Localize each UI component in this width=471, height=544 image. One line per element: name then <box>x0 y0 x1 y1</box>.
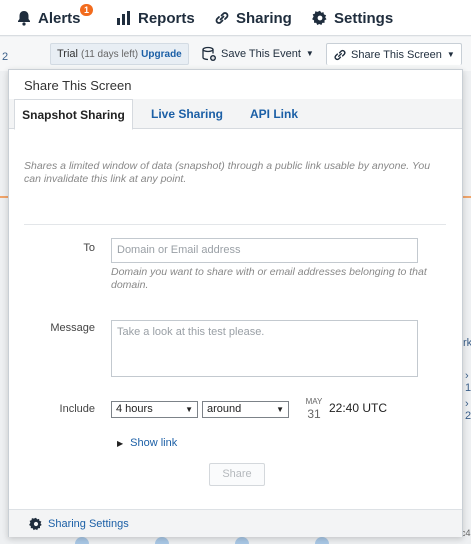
date-picker[interactable]: MAY 31 <box>303 397 325 421</box>
chevron-down-icon: ▼ <box>276 405 284 414</box>
gear-icon <box>312 10 328 26</box>
share-tabs: Snapshot Sharing Live Sharing API Link <box>9 99 462 130</box>
link-icon <box>334 49 346 60</box>
position-value: around <box>207 403 242 415</box>
trial-badge: Trial (11 days left) Upgrade <box>50 43 189 65</box>
upgrade-link[interactable]: Upgrade <box>141 49 182 60</box>
nav-sharing[interactable]: Sharing <box>214 8 292 28</box>
chevron-down-icon: ▼ <box>446 49 455 59</box>
background-fragment: › 1 <box>465 370 471 394</box>
tab-api-link[interactable]: API Link <box>241 99 307 130</box>
nav-sharing-label: Sharing <box>236 9 292 27</box>
sharing-settings-link[interactable]: Sharing Settings <box>29 517 129 531</box>
divider <box>24 224 446 225</box>
bar-chart-icon <box>116 10 132 26</box>
sharing-settings-label: Sharing Settings <box>48 518 129 530</box>
duration-value: 4 hours <box>116 403 153 415</box>
date-month: MAY <box>305 397 323 406</box>
nav-settings-label: Settings <box>334 9 394 27</box>
background-fragment: › 2 <box>465 398 471 422</box>
nav-reports[interactable]: Reports <box>116 8 195 28</box>
background-timeline-dot <box>315 537 329 544</box>
background-chart-line <box>0 196 8 198</box>
alerts-count-badge: 1 <box>80 4 94 16</box>
trial-days-left: (11 days left) <box>81 49 139 60</box>
snapshot-description: Shares a limited window of data (snapsho… <box>24 160 431 185</box>
include-label: Include <box>59 403 95 415</box>
share-dialog: Share This Screen Snapshot Sharing Live … <box>8 69 463 537</box>
date-day: 31 <box>307 407 321 421</box>
chevron-down-icon: ▼ <box>305 49 314 58</box>
background-fragment: rk <box>463 337 471 349</box>
share-screen-label: Share This Screen <box>351 48 442 61</box>
trial-label: Trial <box>57 48 78 60</box>
time-value[interactable]: 22:40 UTC <box>329 401 387 415</box>
share-screen-button[interactable]: Share This Screen ▼ <box>326 43 462 65</box>
background-timeline-dot <box>75 537 89 544</box>
background-chart-line <box>463 196 471 198</box>
tab-snapshot-sharing[interactable]: Snapshot Sharing <box>14 99 133 130</box>
caret-right-icon: ▶ <box>117 438 124 448</box>
background-timeline-dot <box>235 537 249 544</box>
dialog-footer: Sharing Settings <box>9 509 462 537</box>
show-link-label: Show link <box>130 437 178 449</box>
share-button[interactable]: Share <box>209 463 265 486</box>
nav-reports-label: Reports <box>138 9 195 27</box>
to-field[interactable]: Domain or Email address <box>111 238 418 263</box>
to-hint: Domain you want to share with or email a… <box>111 266 427 291</box>
toolbar: 2 Trial (11 days left) Upgrade Save This… <box>0 37 471 71</box>
message-field[interactable]: Take a look at this test please. <box>111 320 418 377</box>
message-label: Message <box>50 322 95 334</box>
link-icon <box>214 10 230 26</box>
top-navigation: Alerts 1 Reports Sharing Settings <box>0 0 471 36</box>
to-label: To <box>83 242 95 254</box>
dialog-title: Share This Screen <box>24 78 132 93</box>
save-event-button[interactable]: Save This Event ▼ <box>201 43 314 65</box>
database-add-icon <box>202 46 216 61</box>
nav-alerts-label: Alerts <box>38 9 81 27</box>
nav-alerts[interactable]: Alerts 1 <box>16 4 94 28</box>
chevron-down-icon: ▼ <box>185 405 193 414</box>
position-select[interactable]: around ▼ <box>202 401 289 418</box>
duration-select[interactable]: 4 hours ▼ <box>111 401 198 418</box>
gear-icon <box>29 517 42 531</box>
save-event-label: Save This Event <box>221 48 301 60</box>
show-link-toggle[interactable]: ▶ Show link <box>117 437 177 449</box>
tab-live-sharing[interactable]: Live Sharing <box>143 99 231 130</box>
background-timeline-dot <box>155 537 169 544</box>
background-fragment: 2 <box>2 51 9 63</box>
nav-settings[interactable]: Settings <box>312 8 393 28</box>
bell-icon <box>16 10 32 26</box>
